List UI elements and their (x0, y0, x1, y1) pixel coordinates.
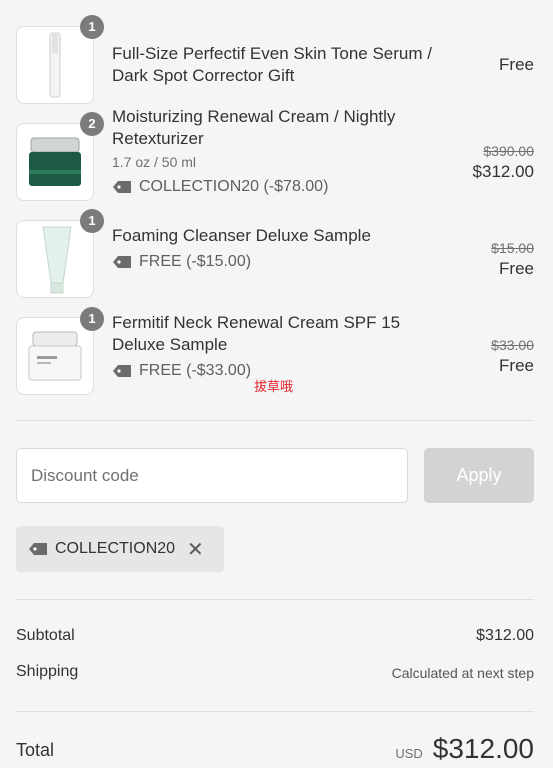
discount-label: FREE (-$15.00) (139, 253, 252, 270)
divider (16, 711, 534, 712)
original-price: $33.00 (491, 337, 534, 353)
neck-cream-jar-image (28, 331, 82, 381)
total-label: Total (16, 740, 55, 760)
original-price: $390.00 (483, 143, 534, 159)
tag-icon (29, 543, 47, 555)
quantity-badge: 1 (80, 15, 104, 39)
quantity-badge: 1 (80, 307, 104, 331)
divider (16, 420, 534, 421)
product-name: Fermitif Neck Renewal Cream SPF 15 Delux… (112, 313, 401, 354)
currency-code: USD (395, 746, 423, 761)
quantity-badge: 2 (80, 112, 104, 136)
discount-code-input[interactable]: Discount code (16, 448, 408, 503)
cleanser-tube-image (42, 226, 72, 294)
original-price: $15.00 (491, 240, 534, 256)
tag-icon (113, 365, 131, 377)
subtotal-label: Subtotal (16, 627, 75, 644)
product-name: Moisturizing Renewal Cream / Nightly Ret… (112, 107, 396, 148)
apply-button[interactable]: Apply (424, 448, 534, 503)
product-image (16, 123, 94, 201)
tag-icon (113, 256, 131, 268)
line-price: Free (499, 55, 534, 74)
close-icon[interactable]: ✕ (187, 537, 204, 562)
line-price: $312.00 (472, 162, 534, 181)
discount-label: COLLECTION20 (-$78.00) (139, 178, 329, 195)
discount-label: FREE (-$33.00) (139, 362, 252, 379)
tag-icon (113, 181, 131, 193)
watermark-text: 拔草哦 (254, 379, 294, 394)
quantity-badge: 1 (80, 209, 104, 233)
total-amount: USD $312.00 (395, 733, 534, 765)
total-value: $312.00 (432, 733, 534, 764)
discount-line: FREE (-$33.00) (112, 362, 251, 380)
applied-code-label: COLLECTION20 (55, 540, 176, 557)
line-price: Free (499, 259, 534, 278)
subtotal-value: $312.00 (476, 627, 534, 644)
product-image (16, 317, 94, 395)
shipping-value: Calculated at next step (391, 665, 534, 681)
serum-bottle-image (49, 32, 61, 98)
divider (16, 599, 534, 600)
product-image (16, 220, 94, 298)
line-price: Free (499, 356, 534, 375)
product-name: Foaming Cleanser Deluxe Sample (112, 226, 371, 245)
applied-discount-chip: COLLECTION20 ✕ (16, 526, 224, 572)
discount-line: COLLECTION20 (-$78.00) (112, 178, 328, 196)
product-name: Full-Size Perfectif Even Skin Tone Serum… (112, 44, 432, 85)
discount-line: FREE (-$15.00) (112, 253, 251, 271)
product-variant: 1.7 oz / 50 ml (112, 154, 197, 170)
product-image (16, 26, 94, 104)
shipping-label: Shipping (16, 663, 79, 680)
cream-jar-image (29, 137, 81, 186)
